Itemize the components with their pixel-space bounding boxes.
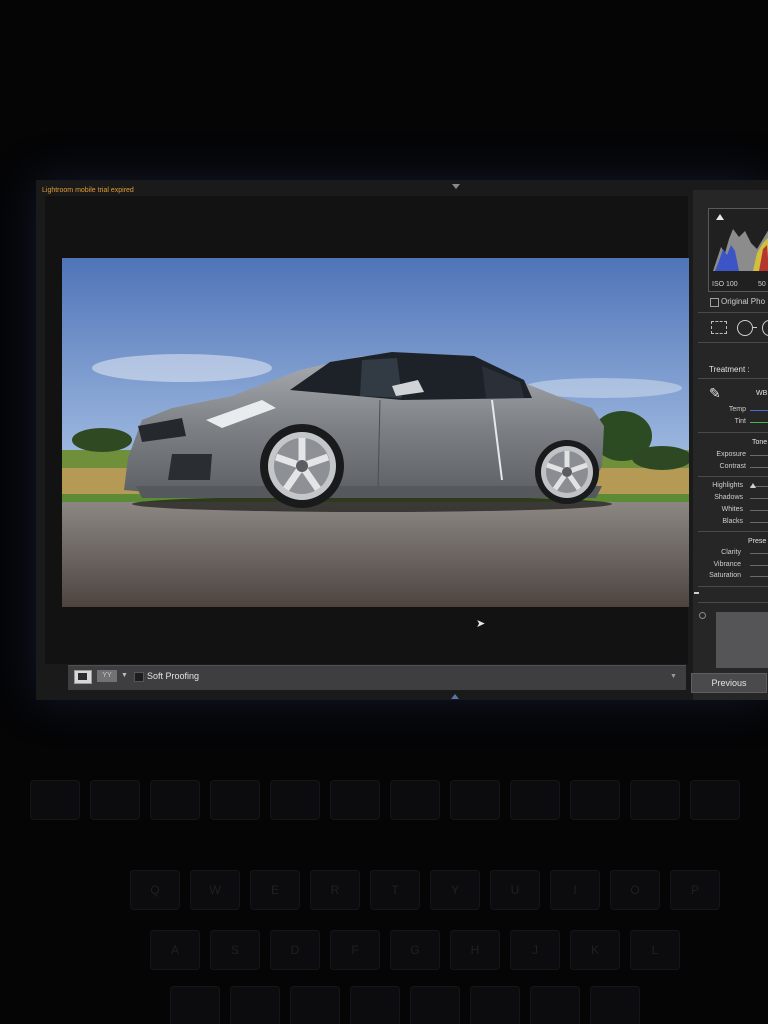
keyboard-key (210, 780, 260, 820)
keyboard-key (450, 780, 500, 820)
keyboard-key (170, 986, 220, 1024)
histogram[interactable] (708, 208, 768, 292)
exposure-slider[interactable] (750, 455, 768, 456)
keyboard-key (570, 780, 620, 820)
photo-preview[interactable] (62, 258, 689, 607)
temp-slider[interactable] (750, 410, 768, 411)
keyboard-key (90, 780, 140, 820)
wb-label: WB (756, 390, 768, 397)
tone-label: Tone (752, 439, 768, 446)
previous-button[interactable]: Previous (691, 673, 767, 693)
filmstrip-toggle-icon[interactable] (451, 694, 459, 699)
car-photo-image (62, 258, 689, 607)
contrast-slider[interactable] (750, 467, 768, 468)
blacks-slider[interactable] (750, 522, 768, 523)
panel-divider (698, 531, 768, 532)
keyboard-key-i: I (550, 870, 600, 910)
mouse-cursor-icon: ➤ (476, 618, 486, 630)
navigator-thumbnail[interactable] (716, 612, 768, 668)
white-balance-eyedropper-icon[interactable]: ✎ (709, 385, 723, 401)
laptop-keyboard: Q W E R T Y U I O P A S D F G H J K L (0, 760, 768, 1024)
keyboard-key-s: S (210, 930, 260, 970)
keyboard-key (330, 780, 380, 820)
original-photo-label: Original Pho (721, 297, 766, 306)
keyboard-key (510, 780, 560, 820)
keyboard-key (350, 986, 400, 1024)
keyboard-key-r: R (310, 870, 360, 910)
panel-divider (698, 312, 768, 313)
keyboard-key-w: W (190, 870, 240, 910)
keyboard-key-y: Y (430, 870, 480, 910)
saturation-slider[interactable] (750, 576, 768, 577)
keyboard-key-u: U (490, 870, 540, 910)
keyboard-key-h: H (450, 930, 500, 970)
clarity-slider[interactable] (750, 553, 768, 554)
keyboard-key-a: A (150, 930, 200, 970)
panel-divider (698, 378, 768, 379)
panel-divider (698, 586, 768, 587)
shadows-label: Shadows (714, 494, 743, 501)
keyboard-key (30, 780, 80, 820)
keyboard-key (530, 986, 580, 1024)
panel-collapse-icon[interactable] (694, 592, 699, 594)
clarity-label: Clarity (721, 549, 741, 556)
panel-divider (698, 476, 768, 477)
tint-label: Tint (734, 418, 746, 425)
navigator-toggle-icon[interactable] (699, 612, 706, 619)
treatment-label: Treatment : (709, 365, 750, 374)
panel-divider (698, 432, 768, 433)
keyboard-key-l: L (630, 930, 680, 970)
keyboard-key-o: O (610, 870, 660, 910)
whites-label: Whites (721, 506, 743, 513)
temp-label: Temp (728, 406, 746, 413)
keyboard-key (290, 986, 340, 1024)
iso-readout: ISO 100 (712, 281, 738, 288)
contrast-label: Contrast (719, 463, 746, 470)
top-panel-toggle-icon[interactable] (452, 184, 460, 189)
keyboard-key (470, 986, 520, 1024)
vibrance-label: Vibrance (713, 561, 741, 568)
keyboard-key-p: P (670, 870, 720, 910)
keyboard-key (390, 780, 440, 820)
keyboard-key-g: G (390, 930, 440, 970)
keyboard-key (410, 986, 460, 1024)
soft-proofing-checkbox[interactable] (134, 672, 144, 682)
shadows-slider[interactable] (750, 498, 768, 499)
before-after-button[interactable]: YY (97, 670, 117, 682)
keyboard-key-d: D (270, 930, 320, 970)
loupe-view-button[interactable] (74, 670, 92, 684)
focal-readout: 50 (758, 281, 766, 288)
saturation-label: Saturation (709, 572, 741, 579)
tint-slider[interactable] (750, 422, 768, 423)
whites-slider[interactable] (750, 510, 768, 511)
keyboard-key-q: Q (130, 870, 180, 910)
trial-expired-notice[interactable]: Lightroom mobile trial expired (42, 187, 134, 194)
original-photo-checkbox[interactable] (710, 298, 719, 307)
keyboard-key (230, 986, 280, 1024)
spot-removal-tool-icon[interactable] (737, 320, 757, 336)
vibrance-slider[interactable] (750, 565, 768, 566)
keyboard-key (630, 780, 680, 820)
keyboard-key (270, 780, 320, 820)
keyboard-key-f: F (330, 930, 380, 970)
keyboard-key (590, 986, 640, 1024)
panel-divider (698, 602, 768, 603)
presence-label: Prese (748, 538, 767, 545)
toolbar-content-chevron-icon[interactable]: ▼ (670, 673, 677, 680)
view-options-chevron-icon[interactable]: ▼ (121, 672, 128, 679)
crop-tool-icon[interactable] (711, 321, 727, 334)
shadow-clipping-icon[interactable] (716, 214, 724, 220)
keyboard-key-t: T (370, 870, 420, 910)
blacks-label: Blacks (722, 518, 743, 525)
panel-divider (698, 342, 768, 343)
exposure-label: Exposure (716, 451, 746, 458)
keyboard-key-j: J (510, 930, 560, 970)
highlights-slider-thumb[interactable] (750, 483, 756, 488)
keyboard-key-e: E (250, 870, 300, 910)
highlights-label: Highlights (712, 482, 743, 489)
keyboard-key (690, 780, 740, 820)
keyboard-key (150, 780, 200, 820)
keyboard-key-k: K (570, 930, 620, 970)
soft-proofing-label: Soft Proofing (147, 671, 200, 681)
